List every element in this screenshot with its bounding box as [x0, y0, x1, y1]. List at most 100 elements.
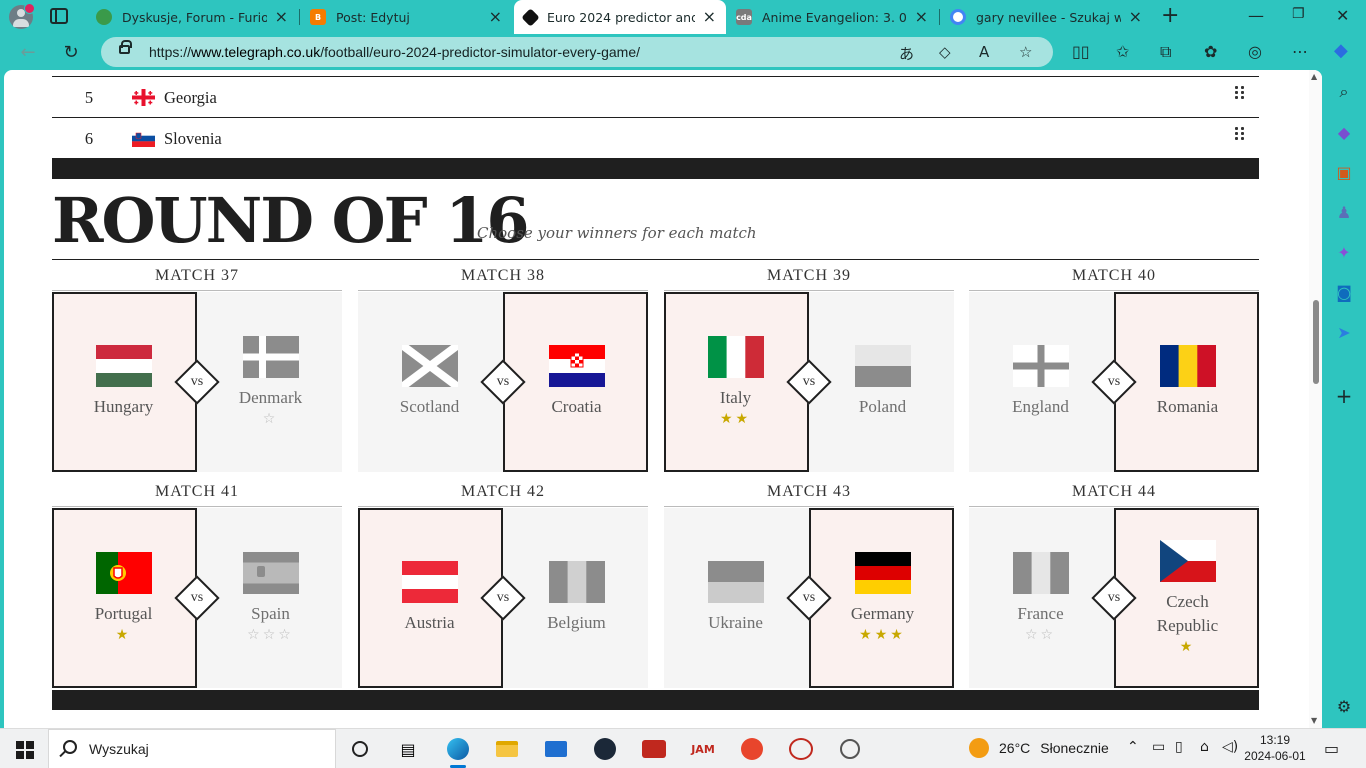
match-card: MATCH 37 Hungary Denmark ☆ vs [52, 267, 342, 472]
read-aloud-icon[interactable]: A [979, 43, 989, 61]
match-label-rule [664, 506, 954, 507]
outlook-icon[interactable]: ◙ [1334, 282, 1354, 302]
coupon-tag-icon[interactable]: ◇ [939, 43, 951, 61]
profile-avatar[interactable] [9, 3, 35, 29]
wps-office-icon[interactable] [738, 735, 766, 763]
group-position: 6 [84, 129, 94, 148]
tools-icon[interactable]: ▣ [1334, 162, 1354, 182]
games-icon[interactable]: ♟ [1334, 202, 1354, 222]
close-tab-icon[interactable]: × [1129, 9, 1142, 25]
weather-widget[interactable]: 26°C Słonecznie [969, 738, 1109, 758]
extensions-icon[interactable]: ✿ [1204, 42, 1217, 61]
slovenia-flag-icon [132, 130, 155, 147]
drag-handle-icon[interactable] [1235, 127, 1245, 141]
taskbar-search[interactable]: Wyszukaj [48, 729, 336, 768]
group-table-row[interactable]: 5 Georgia [52, 77, 1259, 118]
avatar-body [13, 19, 29, 27]
page-scrollbar[interactable]: ▲ ▼ [1309, 70, 1322, 728]
close-tab-icon[interactable]: × [703, 9, 716, 25]
search-icon[interactable]: ⌕ [1334, 82, 1354, 102]
tray-battery-icon[interactable]: ▯ [1175, 739, 1183, 755]
split-screen-icon[interactable]: ▯▯ [1072, 42, 1090, 61]
close-tab-icon[interactable]: × [915, 9, 928, 25]
match-label-rule [52, 290, 342, 291]
team-name: Poland [858, 397, 907, 416]
search-icon [63, 740, 77, 754]
refresh-icon[interactable]: ↻ [57, 38, 85, 66]
game-app-icon[interactable] [640, 735, 668, 763]
shopping-icon[interactable]: ◆ [1334, 122, 1354, 142]
sidebar-settings-icon[interactable]: ⚙ [1334, 696, 1354, 716]
tab-3-active[interactable]: Euro 2024 predictor and sim × [514, 0, 726, 34]
collections-icon[interactable]: ⧉ [1160, 42, 1171, 62]
tab-actions-icon[interactable] [50, 8, 68, 24]
tab-2[interactable]: B Post: Edytuj × [300, 0, 512, 34]
microsoft365-icon[interactable]: ✦ [1334, 242, 1354, 262]
web-page: 5 Georgia 6 Slovenia ROUND OF 16 Choose … [4, 70, 1322, 728]
team-name: Czech Republic [1156, 592, 1219, 635]
vs-label: vs [496, 374, 510, 389]
task-view-icon[interactable]: ▤ [394, 735, 422, 763]
scroll-thumb[interactable] [1313, 300, 1319, 384]
denmark-flag-icon [242, 336, 299, 378]
star-rating: ★★★ [859, 627, 906, 643]
match-card: MATCH 39 Italy ★★ Poland vs [664, 267, 954, 472]
mail-icon[interactable] [542, 735, 570, 763]
url-host: www.telegraph.co.uk [191, 44, 321, 60]
favorite-star-icon[interactable]: ☆ [1019, 43, 1032, 61]
tab-title: gary nevillee - Szukaj w Goo [976, 9, 1121, 25]
new-tab-button[interactable]: + [1161, 4, 1179, 28]
team-name: Spain [251, 604, 290, 623]
edge-app-icon[interactable] [444, 735, 472, 768]
team-option-content: Denmark ☆ [198, 292, 343, 472]
system-clock[interactable]: 13:19 2024-06-01 [1240, 732, 1310, 764]
team-option-content: Romania [1117, 294, 1258, 470]
add-sidebar-app-icon[interactable]: + [1334, 384, 1354, 408]
notifications-icon[interactable]: ▭ [1324, 739, 1339, 758]
volume-icon[interactable]: ◁) [1222, 739, 1238, 755]
windows-taskbar: Wyszukaj ▤ JAM 26°C Słonecznie ⌃ ▭ ▯ ⌂ ◁… [0, 728, 1366, 768]
network-icon[interactable]: ⌂ [1200, 739, 1209, 755]
scroll-down-icon[interactable]: ▼ [1311, 716, 1317, 725]
poland-flag-icon [854, 345, 911, 387]
drag-handle-icon[interactable] [1235, 86, 1245, 100]
copilot-icon[interactable]: ◆ [1334, 40, 1348, 61]
forum-favicon-icon [96, 9, 112, 25]
tab-5[interactable]: gary nevillee - Szukaj w Goo × [940, 0, 1152, 34]
back-icon[interactable]: ← [14, 38, 42, 66]
translate-icon[interactable]: あ [899, 43, 914, 64]
send-icon[interactable]: ➤ [1334, 322, 1354, 342]
navigation-bar: ← ↻ https://www.telegraph.co.uk/football… [0, 34, 1366, 70]
round-title: ROUND OF 16 [52, 184, 530, 257]
team-option-content: Belgium [504, 508, 649, 688]
edge-sidebar: ⌕ ◆ ▣ ♟ ✦ ◙ ➤ + ⚙ [1322, 70, 1366, 728]
star-rating: ★★ [719, 411, 752, 427]
app-icon[interactable] [836, 735, 864, 763]
favorites-icon[interactable]: ✩ [1116, 42, 1129, 61]
close-tab-icon[interactable]: × [275, 9, 288, 25]
address-bar[interactable]: https://www.telegraph.co.uk/football/eur… [101, 37, 1053, 67]
tab-1[interactable]: Dyskusje, Forum - Furiosa: S × [86, 0, 298, 34]
restore-icon[interactable]: ❐ [1292, 6, 1305, 22]
tray-expand-icon[interactable]: ⌃ [1127, 739, 1139, 755]
browser-essentials-icon[interactable]: ◎ [1248, 42, 1262, 61]
tab-title: Dyskusje, Forum - Furiosa: S [122, 9, 267, 25]
tray-device-icon[interactable]: ▭ [1152, 739, 1165, 755]
more-menu-icon[interactable]: ⋯ [1292, 42, 1308, 61]
star-rating: ★ [1179, 639, 1196, 655]
jam-app-icon[interactable]: JAM [689, 735, 717, 763]
cortana-icon[interactable] [346, 735, 374, 763]
minimize-icon[interactable]: — [1248, 6, 1264, 25]
windows-start-icon[interactable] [16, 741, 34, 759]
file-explorer-icon[interactable] [493, 735, 521, 763]
close-tab-icon[interactable]: × [489, 9, 502, 25]
tab-4[interactable]: cda Anime Evangelion: 3. 0+1. 0 × [726, 0, 938, 34]
telegraph-favicon-icon [521, 7, 540, 27]
group-table-row[interactable]: 6 Slovenia [52, 118, 1259, 159]
scroll-up-icon[interactable]: ▲ [1311, 72, 1317, 81]
sbk-app-icon[interactable] [787, 735, 815, 763]
match-card: MATCH 40 England Romania vs [969, 267, 1259, 472]
close-window-icon[interactable]: ✕ [1336, 6, 1349, 25]
steam-icon[interactable] [591, 735, 619, 763]
group-team-name: Georgia [164, 88, 217, 107]
